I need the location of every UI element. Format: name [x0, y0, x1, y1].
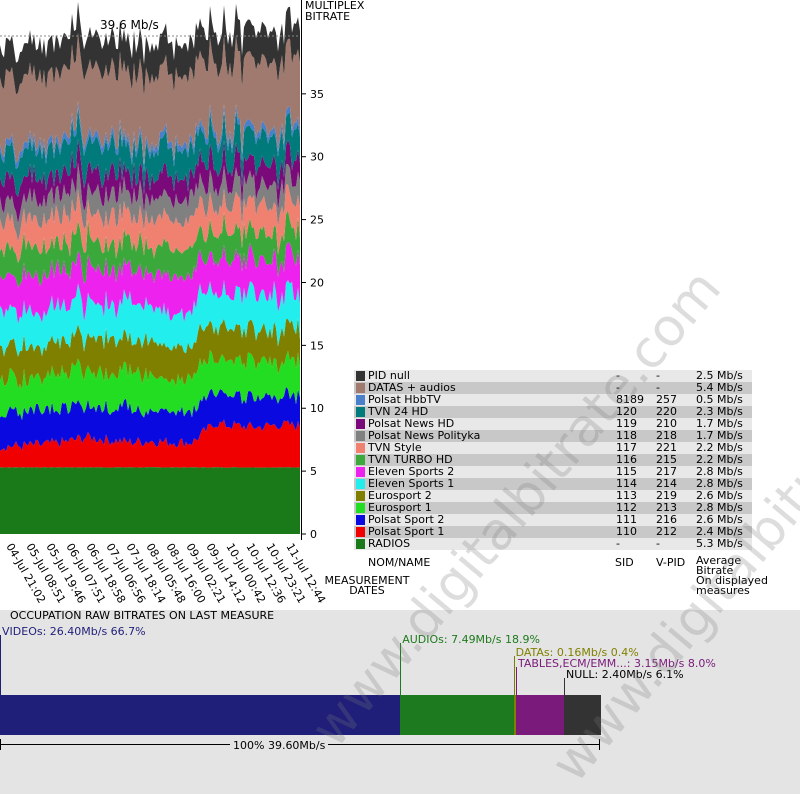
- legend-swatch: [356, 455, 365, 465]
- occupation-label: NULL: 2.40Mb/s 6.1%: [566, 668, 684, 681]
- legend-header-sid: SID: [615, 556, 634, 569]
- legend-header-name: NOM/NAME: [368, 556, 431, 569]
- occupation-total-label: 100% 39.60Mb/s: [230, 739, 329, 752]
- legend-table: PID null - -2.5 Mb/s DATAS + audios - -5.4 Mb…: [354, 370, 752, 550]
- legend-name: RADIOS: [368, 537, 411, 550]
- max-bitrate-label: 39.6 Mb/s: [100, 18, 159, 32]
- y-tick-label: 35: [310, 88, 324, 101]
- legend-swatch: [356, 467, 365, 477]
- occupation-leader-line: [513, 656, 515, 695]
- x-axis-title-line2: DATES: [349, 584, 385, 597]
- legend-header-average: Average Bitrate On displayed measures: [696, 555, 768, 597]
- occupation-total-tick: [599, 739, 600, 750]
- occupation-leader-line: [0, 635, 1, 695]
- occupation-bar-area: VIDEOs: 26.40Mb/s 66.7% AUDIOs: 7.49Mb/s …: [0, 620, 800, 755]
- y-tick-label: 5: [310, 465, 317, 478]
- legend-header-vpid: V-PID: [656, 556, 686, 569]
- legend-swatch: [356, 395, 365, 405]
- legend-sid: -: [616, 537, 620, 550]
- legend-vpid: -: [656, 537, 660, 550]
- legend-swatch: [356, 407, 365, 417]
- occupation-segment: [516, 695, 564, 735]
- legend-swatch: [356, 539, 365, 549]
- y-tick-label: 30: [310, 151, 324, 164]
- legend-swatch: [356, 431, 365, 441]
- legend-bitrate: 5.3 Mb/s: [696, 537, 743, 550]
- occupation-segment: [0, 695, 401, 735]
- occupation-leader-line: [516, 667, 517, 695]
- legend-swatch: [356, 503, 365, 513]
- y-tick-label: 20: [310, 276, 324, 289]
- occupation-label: VIDEOs: 26.40Mb/s 66.7%: [2, 625, 146, 638]
- legend-swatch: [356, 419, 365, 429]
- occupation-segment: [400, 695, 514, 735]
- legend-swatch: [356, 515, 365, 525]
- y-axis-title: MULTIPLEX BITRATE: [305, 0, 364, 22]
- y-tick-label: 0: [310, 528, 317, 541]
- legend-swatch: [356, 527, 365, 537]
- x-axis-title: MEASUREMENT DATES: [322, 575, 412, 597]
- legend-row: RADIOS - - 5.3 Mb/s: [354, 538, 752, 550]
- occupation-leader-line: [564, 678, 565, 695]
- bitrate-page: 0 5 10 15 20 25 30 35 04-Jul 21:02 05-Jul 08:51 0…: [0, 0, 800, 794]
- legend-swatch: [356, 491, 365, 501]
- occupation-leader-line: [400, 643, 402, 695]
- y-tick-label: 10: [310, 402, 324, 415]
- legend-swatch: [356, 479, 365, 489]
- y-axis-title-line2: BITRATE: [305, 10, 351, 23]
- y-tick-label: 15: [310, 339, 324, 352]
- legend-swatch: [356, 371, 365, 381]
- occupation-total-tick: [0, 739, 1, 750]
- y-tick-label: 25: [310, 214, 324, 227]
- occupation-segment: [564, 695, 601, 735]
- legend-swatch: [356, 443, 365, 453]
- legend-header-average-4: measures: [696, 584, 750, 597]
- legend-swatch: [356, 383, 365, 393]
- occupation-label: AUDIOs: 7.49Mb/s 18.9%: [402, 633, 540, 646]
- legend-row: Polsat Sport 1 110 212 2.4 Mb/s: [354, 526, 752, 538]
- area-radios: [0, 467, 300, 534]
